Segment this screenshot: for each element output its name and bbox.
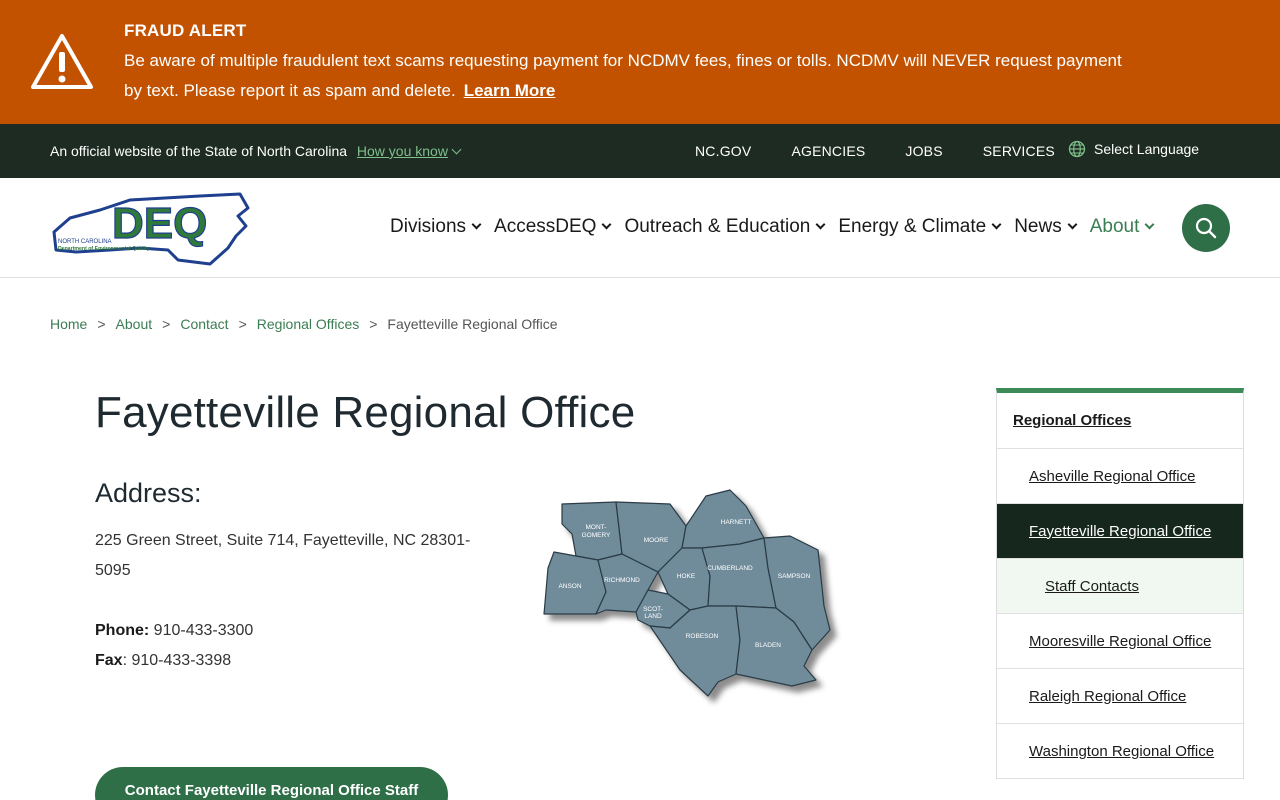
page-title: Fayetteville Regional Office xyxy=(95,388,636,437)
fraud-alert-banner: FRAUD ALERT Be aware of multiple fraudul… xyxy=(0,0,1280,124)
official-notice: An official website of the State of Nort… xyxy=(50,143,462,159)
main-nav: Divisions AccessDEQ Outreach & Education… xyxy=(390,216,1167,238)
nav-accessdeq-label: AccessDEQ xyxy=(494,216,597,237)
map-label-sampson: SAMPSON xyxy=(778,573,811,580)
nav-outreach-label: Outreach & Education xyxy=(624,216,811,237)
chevron-down-icon xyxy=(1067,219,1078,229)
gov-nav-agencies[interactable]: AGENCIES xyxy=(791,143,865,159)
logo-subtitle-dept: Department of Environmental Quality xyxy=(58,246,150,252)
how-you-know-link[interactable]: How you know xyxy=(356,143,462,159)
map-label-moore: MOORE xyxy=(644,537,669,544)
logo-text: DEQ xyxy=(112,199,207,248)
contact-numbers: Phone: 910-433-3300 Fax: 910-433-3398 xyxy=(95,616,253,676)
nav-outreach-education[interactable]: Outreach & Education xyxy=(624,216,826,238)
map-label-robeson: ROBESON xyxy=(686,633,719,640)
how-you-know-label: How you know xyxy=(356,143,448,159)
nav-divisions-label: Divisions xyxy=(390,216,467,237)
map-label-hoke: HOKE xyxy=(677,573,696,580)
breadcrumb-current: Fayetteville Regional Office xyxy=(387,316,558,332)
sidebar-nav: Regional Offices Asheville Regional Offi… xyxy=(996,388,1244,779)
select-language-label: Select Language xyxy=(1094,141,1200,157)
alert-text: Be aware of multiple fraudulent text sca… xyxy=(124,46,1144,106)
sidebar-item-mooresville[interactable]: Mooresville Regional Office xyxy=(997,614,1243,669)
address-text: 225 Green Street, Suite 714, Fayettevill… xyxy=(95,532,471,579)
chevron-down-icon xyxy=(471,219,482,229)
sidebar-item-staff-contacts[interactable]: Staff Contacts xyxy=(997,559,1243,614)
map-label-anson: ANSON xyxy=(558,583,581,590)
nav-energy-label: Energy & Climate xyxy=(838,216,987,237)
chevron-down-icon xyxy=(991,219,1002,229)
phone-label: Phone: xyxy=(95,622,150,639)
nav-about[interactable]: About xyxy=(1089,216,1155,238)
sidebar-item-regional-offices[interactable]: Regional Offices xyxy=(997,393,1243,449)
official-site-bar: An official website of the State of Nort… xyxy=(0,124,1280,178)
logo-subtitle-state: NORTH CAROLINA xyxy=(58,239,112,245)
chevron-down-icon xyxy=(1144,219,1155,229)
address-heading: Address: xyxy=(95,478,202,508)
chevron-down-icon xyxy=(451,144,462,155)
nav-accessdeq[interactable]: AccessDEQ xyxy=(494,216,612,238)
map-label-gomery: GOMERY xyxy=(582,532,611,539)
nav-about-label: About xyxy=(1089,216,1140,237)
search-icon xyxy=(1195,217,1217,239)
official-text: An official website of the State of Nort… xyxy=(50,143,348,159)
region-county-map: MONT- GOMERY MOORE HARNETT ANSON RICHMON… xyxy=(543,489,831,697)
warning-icon xyxy=(31,34,93,89)
alert-title: FRAUD ALERT xyxy=(124,21,247,40)
chevron-down-icon xyxy=(602,219,612,229)
fax-line: Fax: 910-433-3398 xyxy=(95,646,253,676)
alert-message: Be aware of multiple fraudulent text sca… xyxy=(124,51,1122,100)
search-button[interactable] xyxy=(1182,204,1230,252)
globe-icon xyxy=(1068,140,1086,158)
breadcrumb: Home > About > Contact > Regional Offices > … xyxy=(50,316,558,332)
phone-line: Phone: 910-433-3300 xyxy=(95,616,253,646)
nav-news[interactable]: News xyxy=(1014,216,1078,238)
breadcrumb-home[interactable]: Home xyxy=(50,316,87,332)
map-label-harnett: HARNETT xyxy=(721,519,752,526)
sidebar-item-asheville[interactable]: Asheville Regional Office xyxy=(997,449,1243,504)
phone-value: 910-433-3300 xyxy=(149,622,254,639)
gov-nav-ncgov[interactable]: NC.GOV xyxy=(695,143,751,159)
learn-more-link[interactable]: Learn More xyxy=(464,81,556,100)
map-label-richmond: RICHMOND xyxy=(604,577,640,584)
map-label-cumberland: CUMBERLAND xyxy=(707,565,753,572)
map-label-bladen: BLADEN xyxy=(755,642,781,649)
map-label-mont: MONT- xyxy=(586,524,607,531)
select-language-button[interactable]: Select Language xyxy=(1068,140,1199,158)
fax-value: : 910-433-3398 xyxy=(122,652,232,669)
contact-staff-button[interactable]: Contact Fayetteville Regional Office Sta… xyxy=(95,767,448,800)
map-county-montgomery xyxy=(561,501,623,561)
gov-nav-services[interactable]: SERVICES xyxy=(983,143,1055,159)
site-header: DEQ NORTH CAROLINA Department of Environ… xyxy=(0,178,1280,278)
sidebar-item-washington[interactable]: Washington Regional Office xyxy=(997,724,1243,779)
nav-energy-climate[interactable]: Energy & Climate xyxy=(838,216,1002,238)
fax-label: Fax xyxy=(95,652,123,669)
breadcrumb-about[interactable]: About xyxy=(116,316,153,332)
map-label-scot: SCOT- xyxy=(643,606,663,613)
nav-news-label: News xyxy=(1014,216,1062,237)
map-label-land: LAND xyxy=(644,613,662,620)
chevron-down-icon xyxy=(815,219,826,229)
breadcrumb-regional-offices[interactable]: Regional Offices xyxy=(257,316,359,332)
sidebar-item-raleigh[interactable]: Raleigh Regional Office xyxy=(997,669,1243,724)
gov-nav: NC.GOV AGENCIES JOBS SERVICES xyxy=(695,143,1095,159)
deq-logo[interactable]: DEQ NORTH CAROLINA Department of Environ… xyxy=(50,188,252,266)
breadcrumb-contact[interactable]: Contact xyxy=(180,316,228,332)
gov-nav-jobs[interactable]: JOBS xyxy=(905,143,942,159)
nav-divisions[interactable]: Divisions xyxy=(390,216,482,238)
sidebar-item-fayetteville[interactable]: Fayetteville Regional Office xyxy=(997,504,1243,559)
